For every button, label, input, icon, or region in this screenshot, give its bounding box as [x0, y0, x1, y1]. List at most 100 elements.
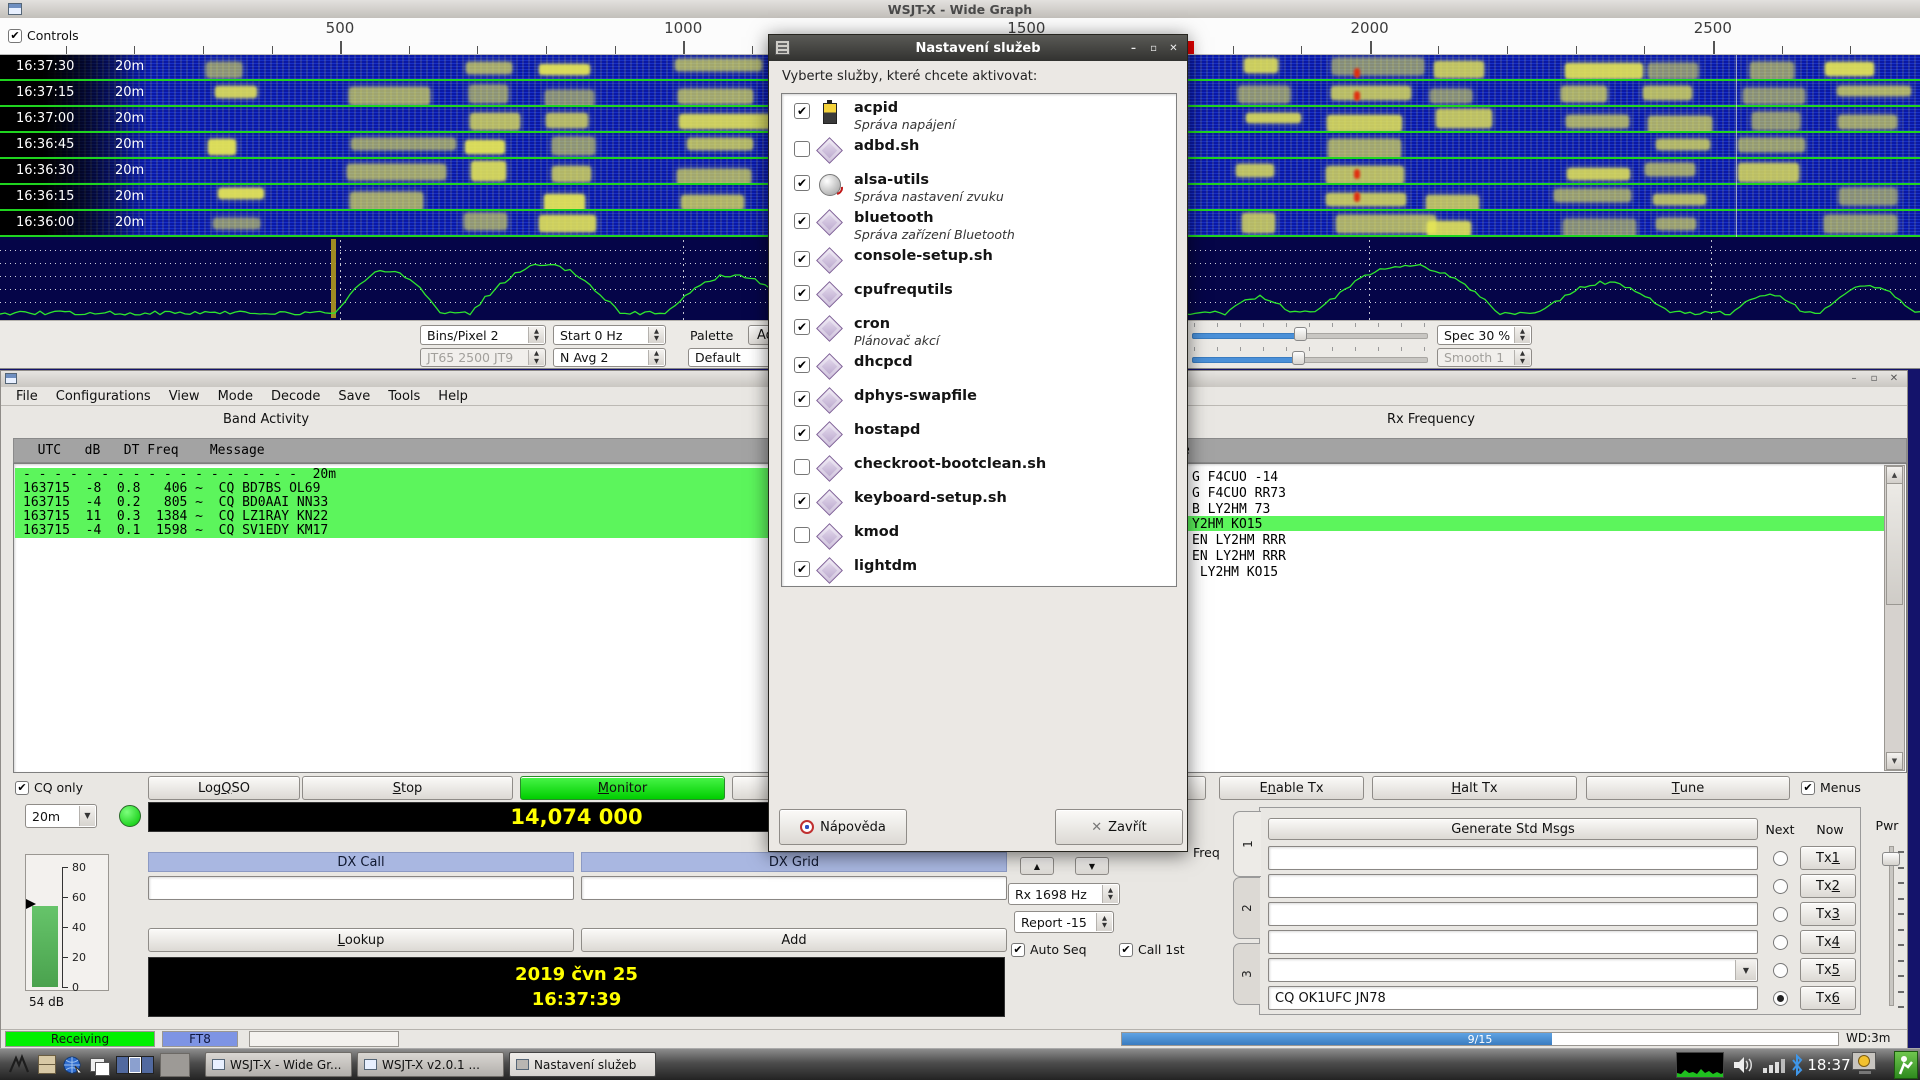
logout-icon[interactable] [1894, 1051, 1918, 1079]
gain-slider[interactable] [1192, 327, 1428, 341]
close-icon[interactable]: ✕ [1166, 41, 1181, 55]
spec-spinner[interactable]: Spec 30 %▲▼ [1437, 325, 1532, 345]
pwr-slider[interactable] [1889, 846, 1894, 1006]
menu-mode[interactable]: Mode [209, 389, 262, 404]
tx-next-radio[interactable] [1773, 851, 1788, 866]
tx-tab-1[interactable]: 1 [1233, 811, 1261, 877]
scrollbar[interactable]: ▲ ▼ [1884, 465, 1905, 771]
menu-view[interactable]: View [160, 389, 209, 404]
cpu-monitor[interactable] [1676, 1052, 1724, 1078]
scrollbar-thumb[interactable] [1886, 483, 1903, 605]
service-checkbox[interactable]: ✔ [794, 425, 810, 441]
decoded-message-row[interactable]: 163715 -4 0.1 1598 ~ CQ SV1EDY KM17 [15, 524, 773, 538]
menus-checkbox[interactable]: ✔ Menus [1801, 780, 1861, 795]
service-checkbox[interactable]: ✔ [794, 357, 810, 373]
slider-handle-icon[interactable] [1294, 327, 1307, 341]
rx-message-row[interactable]: EN LY2HM RRR [1192, 533, 1286, 548]
service-checkbox[interactable]: ✔ [794, 561, 810, 577]
spinner-arrows-icon[interactable]: ▲▼ [648, 327, 664, 343]
tx-message-field[interactable]: CQ OK1UFC JN78 [1268, 986, 1758, 1010]
zero-slider[interactable] [1192, 351, 1428, 365]
taskbar-task-3[interactable]: Nastavení služeb [509, 1052, 656, 1077]
scroll-down-icon[interactable]: ▼ [1886, 752, 1903, 770]
generate-std-msgs-button[interactable]: Generate Std Msgs [1268, 818, 1758, 840]
file-manager-icon[interactable] [36, 1054, 58, 1076]
service-checkbox[interactable]: ✔ [794, 391, 810, 407]
rx-message-row[interactable]: G F4CUO RR73 [1192, 486, 1286, 501]
dx-grid-input[interactable] [581, 876, 1007, 900]
pwr-slider-handle[interactable] [1882, 852, 1900, 866]
menu-configurations[interactable]: Configurations [47, 389, 160, 404]
call-1st-checkbox[interactable]: ✔ Call 1st [1119, 942, 1185, 957]
dx-call-input[interactable] [148, 876, 574, 900]
tx2-button[interactable]: Tx 2 [1800, 874, 1856, 898]
workspace-pager[interactable] [116, 1056, 154, 1074]
help-button[interactable]: Nápověda [779, 809, 907, 845]
tx-next-radio[interactable] [1773, 879, 1788, 894]
halt-tx-button[interactable]: Halt Tx [1372, 776, 1577, 800]
add-button[interactable]: Add [581, 928, 1007, 952]
screensaver-clock-icon[interactable] [1852, 1052, 1878, 1078]
service-checkbox[interactable] [794, 459, 810, 475]
rx-message-row[interactable]: LY2HM KO15 [1192, 565, 1278, 580]
tx-tab-3[interactable]: 3 [1233, 943, 1260, 1005]
bins-pixel-spinner[interactable]: Bins/Pixel 2▲▼ [420, 325, 546, 345]
freq-up-button[interactable]: ▲ [1020, 857, 1054, 875]
tx-message-field[interactable] [1268, 874, 1758, 898]
service-checkbox[interactable] [794, 141, 810, 157]
spinner-arrows-icon[interactable]: ▲▼ [1102, 885, 1118, 903]
iconify-windows-icon[interactable] [88, 1054, 110, 1076]
minimize-icon[interactable]: – [1126, 41, 1141, 55]
empty-launcher-slot[interactable] [160, 1053, 190, 1077]
clock[interactable]: 18:37 [1808, 1049, 1850, 1080]
volume-icon[interactable] [1732, 1055, 1756, 1079]
service-checkbox[interactable]: ✔ [794, 319, 810, 335]
report-spinner[interactable]: Report -15▲▼ [1014, 911, 1114, 933]
tx-message-field[interactable] [1268, 902, 1758, 926]
service-checkbox[interactable]: ✔ [794, 213, 810, 229]
tx-tab-2[interactable]: 2 [1233, 877, 1260, 939]
services-list[interactable]: ✔acpidSpráva napájeníadbd.sh✔alsa-utilsS… [781, 93, 1177, 587]
rx-freq-spinner[interactable]: Rx 1698 Hz▲▼ [1008, 883, 1120, 905]
chevron-down-icon[interactable]: ▼ [1735, 960, 1756, 980]
menu-file[interactable]: File [7, 389, 47, 404]
lookup-button[interactable]: Lookup [148, 928, 574, 952]
spinner-arrows-icon[interactable]: ▲▼ [648, 350, 664, 365]
tx5-button[interactable]: Tx 5 [1800, 958, 1856, 982]
dialog-titlebar[interactable]: Nastavení služeb – ▫ ✕ [769, 35, 1187, 61]
rx-message-row[interactable]: Y2HM KO15 [1192, 517, 1262, 532]
taskbar-task-2[interactable]: WSJT-X v2.0.1 ... [357, 1052, 504, 1077]
scroll-up-icon[interactable]: ▲ [1886, 466, 1903, 484]
tx-next-radio[interactable] [1773, 907, 1788, 922]
rx-message-row[interactable]: EN LY2HM RRR [1192, 549, 1286, 564]
tx-next-radio[interactable] [1773, 991, 1788, 1006]
service-checkbox[interactable]: ✔ [794, 251, 810, 267]
freq-down-button[interactable]: ▼ [1075, 857, 1109, 875]
app-launcher-logo-icon[interactable] [8, 1054, 30, 1076]
rx-message-row[interactable]: G F4CUO -14 [1192, 470, 1278, 485]
tx1-button[interactable]: Tx 1 [1800, 846, 1856, 870]
tune-button[interactable]: Tune [1586, 776, 1790, 800]
decoded-message-row[interactable]: 163715 -4 0.2 805 ~ CQ BD0AAI NN33 [15, 496, 773, 510]
spinner-arrows-icon[interactable]: ▲▼ [528, 327, 544, 343]
stop-button[interactable]: Stop [302, 776, 513, 800]
tx4-button[interactable]: Tx 4 [1800, 930, 1856, 954]
slider-handle-icon[interactable] [1292, 351, 1305, 365]
menu-tools[interactable]: Tools [379, 389, 429, 404]
tx3-button[interactable]: Tx 3 [1800, 902, 1856, 926]
start-hz-spinner[interactable]: Start 0 Hz▲▼ [553, 325, 666, 345]
tx6-button[interactable]: Tx 6 [1800, 986, 1856, 1010]
service-checkbox[interactable]: ✔ [794, 103, 810, 119]
n-avg-spinner[interactable]: N Avg 2▲▼ [553, 348, 666, 367]
close-icon[interactable]: ✕ [1887, 373, 1901, 385]
monitor-button[interactable]: Monitor [520, 776, 725, 800]
menu-decode[interactable]: Decode [262, 389, 329, 404]
bluetooth-icon[interactable] [1788, 1054, 1806, 1080]
controls-checkbox[interactable]: ✔ Controls [8, 28, 79, 43]
service-checkbox[interactable]: ✔ [794, 175, 810, 191]
auto-seq-checkbox[interactable]: ✔ Auto Seq [1011, 942, 1087, 957]
maximize-icon[interactable]: ▫ [1146, 41, 1161, 55]
tx-message-field[interactable] [1268, 930, 1758, 954]
web-browser-icon[interactable] [62, 1054, 84, 1076]
wide-graph-titlebar[interactable]: WSJT-X - Wide Graph [0, 0, 1920, 19]
